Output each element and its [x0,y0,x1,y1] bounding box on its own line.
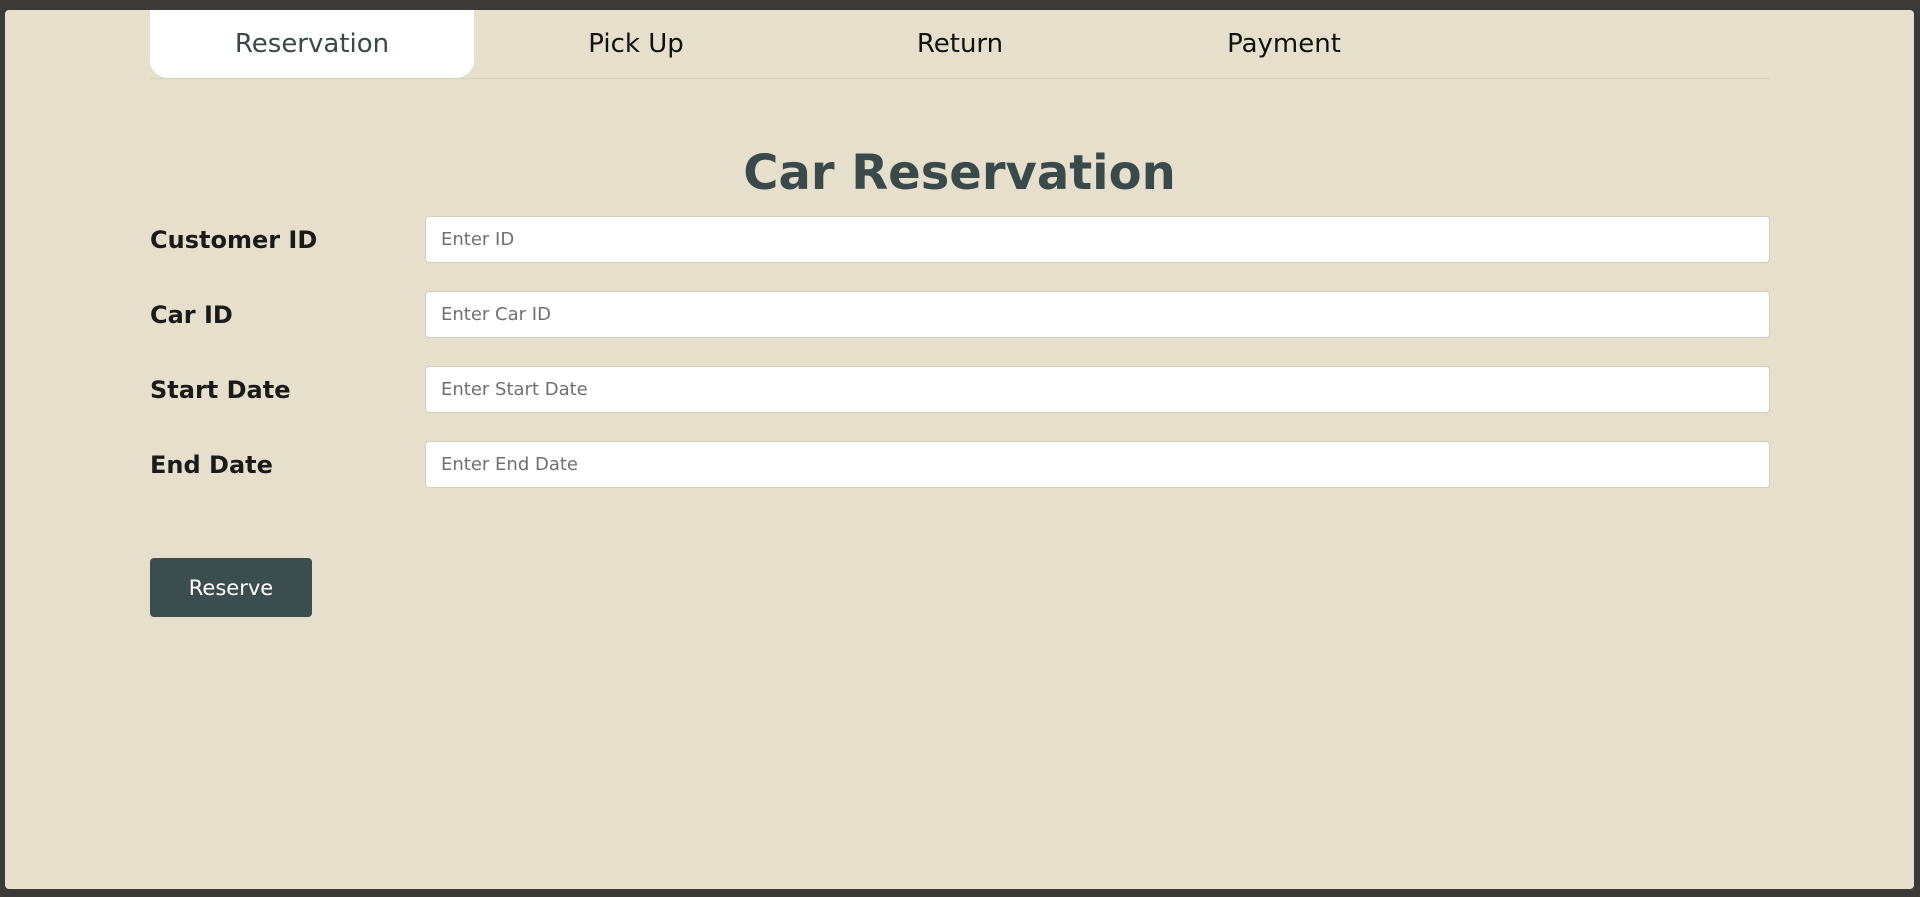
start-date-input[interactable] [425,366,1770,413]
page-title: Car Reservation [743,145,1176,201]
tab-return[interactable]: Return [798,10,1122,78]
customer-id-label: Customer ID [150,225,318,254]
customer-id-row: Customer ID [150,216,1770,263]
tab-pick-up[interactable]: Pick Up [474,10,798,78]
end-date-row: End Date [150,441,1770,488]
app-window: Reservation Pick Up Return Payment Car R… [5,10,1914,889]
car-id-input[interactable] [425,291,1770,338]
end-date-label: End Date [150,450,273,479]
start-date-row: Start Date [150,366,1770,413]
tab-bar: Reservation Pick Up Return Payment [150,10,1770,79]
car-id-row: Car ID [150,291,1770,338]
reserve-button[interactable]: Reserve [150,558,312,617]
customer-id-input[interactable] [425,216,1770,263]
tab-reservation[interactable]: Reservation [150,10,474,78]
end-date-input[interactable] [425,441,1770,488]
tab-payment[interactable]: Payment [1122,10,1446,78]
car-id-label: Car ID [150,300,233,329]
start-date-label: Start Date [150,375,291,404]
